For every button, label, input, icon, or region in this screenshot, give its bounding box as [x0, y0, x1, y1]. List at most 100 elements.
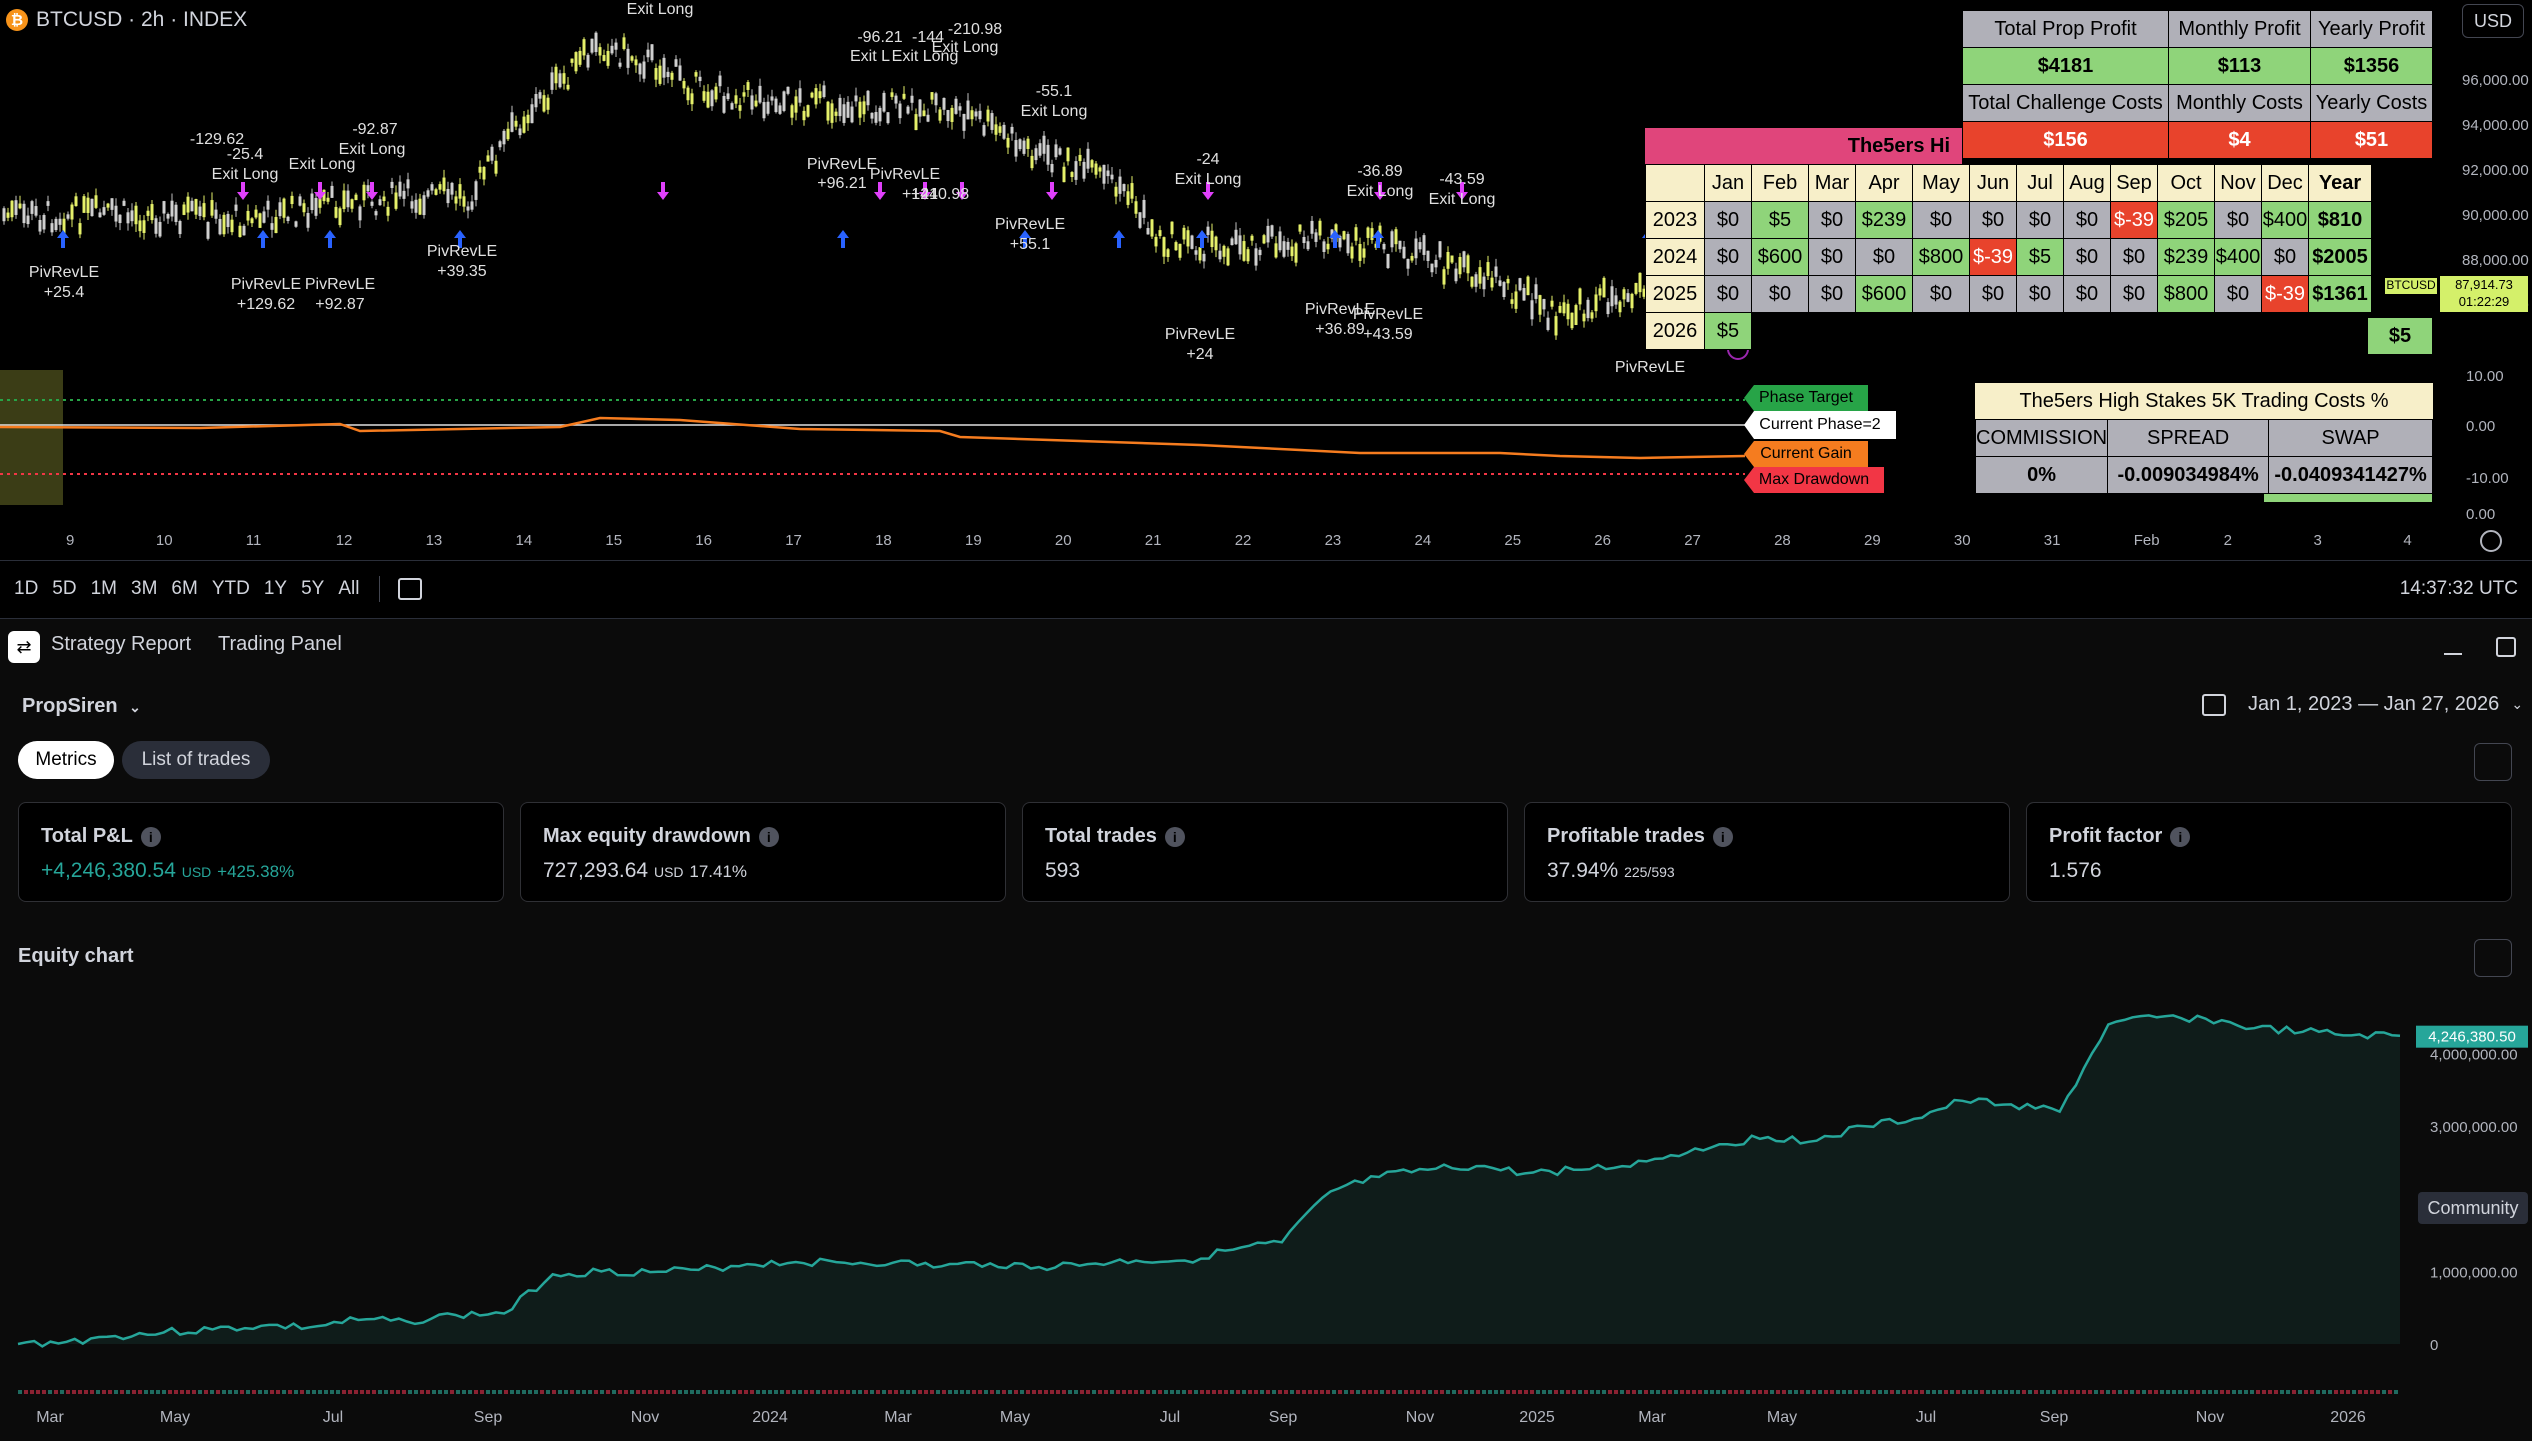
drawdown-bar	[1392, 1390, 1396, 1394]
maximize-icon[interactable]	[2496, 637, 2516, 657]
yearly-costs-value: $51	[2310, 121, 2433, 159]
community-button[interactable]: Community	[2418, 1192, 2528, 1224]
entry-arrow	[257, 230, 269, 248]
tf-5d[interactable]: 5D	[52, 578, 76, 600]
tf-1m[interactable]: 1M	[91, 578, 117, 600]
month-cell: $0	[2016, 201, 2064, 239]
candle-body	[1566, 303, 1570, 320]
date-tick: 10	[155, 532, 173, 549]
candle-body	[710, 90, 714, 107]
card-total-pnl: Total P&L i +4,246,380.54 USD +425.38%	[18, 802, 504, 902]
candle-body	[334, 206, 338, 218]
candle-body	[1138, 212, 1142, 228]
drawdown-bar	[1824, 1390, 1828, 1394]
tf-1y[interactable]: 1Y	[264, 578, 287, 600]
candle-body	[338, 208, 342, 226]
tf-1d[interactable]: 1D	[14, 578, 38, 600]
drawdown-bar	[2376, 1390, 2380, 1394]
drawdown-bar	[870, 1390, 874, 1394]
symbol-label[interactable]: BTCUSD · 2h · INDEX	[36, 8, 247, 32]
date-axis[interactable]: 9 10 11 12 13 14 15 16 17 18 19 20 21 22 23 24 25 26 27 28 2…	[0, 530, 2440, 556]
month-header: Sep	[2110, 164, 2158, 202]
drawdown-bar	[1338, 1390, 1342, 1394]
candle-body	[646, 49, 650, 58]
equity-x-tick: 2025	[1519, 1409, 1555, 1426]
drawdown-bar	[714, 1390, 718, 1394]
tab-strategy-report[interactable]: Strategy Report	[51, 633, 191, 656]
date-range-selector[interactable]: Jan 1, 2023 — Jan 27, 2026 ⌄	[2202, 693, 2523, 716]
candle-body	[410, 201, 414, 209]
timeframe-bar: 1D 5D 1M 3M 6M YTD 1Y 5Y All 14:37:32 UT…	[0, 560, 2532, 617]
candle-body	[1070, 172, 1074, 177]
drawdown-bar	[384, 1390, 388, 1394]
month-header: Dec	[2261, 164, 2309, 202]
card-value: 727,293.64	[543, 859, 649, 882]
trade-label: +96.21	[817, 175, 866, 192]
drawdown-bar	[198, 1390, 202, 1394]
equity-chart[interactable]: 4,000,000.003,000,000.002,000,000.001,00…	[0, 990, 2532, 1440]
candle-body	[70, 204, 74, 220]
goto-date-icon[interactable]	[398, 578, 423, 600]
candle-body	[918, 99, 922, 117]
drawdown-bar	[1278, 1390, 1282, 1394]
drawdown-bar	[2280, 1390, 2284, 1394]
candle-body	[1542, 299, 1546, 310]
month-cell: $205	[2157, 201, 2215, 239]
drawdown-bar	[1140, 1390, 1144, 1394]
subtab-list-of-trades[interactable]: List of trades	[122, 741, 270, 779]
info-icon[interactable]: i	[1712, 827, 1733, 847]
yearly-profit-value: $1356	[2310, 47, 2433, 85]
drawdown-bar	[960, 1390, 964, 1394]
tf-all[interactable]: All	[338, 578, 359, 600]
candle-body	[758, 85, 762, 103]
settings-gear-icon[interactable]	[2480, 530, 2502, 552]
clock[interactable]: 14:37:32 UTC	[2400, 578, 2518, 600]
candle-body	[782, 91, 786, 111]
drawdown-bar	[426, 1390, 430, 1394]
tf-6m[interactable]: 6M	[171, 578, 197, 600]
strategy-selector[interactable]: PropSiren ⌄	[22, 695, 141, 718]
candle-body	[1414, 238, 1418, 259]
candle-body	[310, 193, 314, 211]
drawdown-bar	[2124, 1390, 2128, 1394]
tf-3m[interactable]: 3M	[131, 578, 157, 600]
candle-body	[922, 110, 926, 117]
candle-body	[302, 203, 306, 213]
candle-body	[1162, 237, 1166, 257]
tf-ytd[interactable]: YTD	[212, 578, 250, 600]
trading-costs-table: COMMISSION SPREAD SWAP 0% -0.009034984% …	[1974, 419, 2433, 494]
candle-body	[546, 97, 550, 110]
drawdown-bar	[1386, 1390, 1390, 1394]
drawdown-bar	[144, 1390, 148, 1394]
session-highlight	[0, 370, 63, 505]
candle-body	[1406, 258, 1410, 269]
drawdown-bar	[720, 1390, 724, 1394]
drawdown-bar	[942, 1390, 946, 1394]
info-icon[interactable]: i	[1164, 827, 1185, 847]
drawdown-bar	[1464, 1390, 1468, 1394]
subtab-metrics[interactable]: Metrics	[18, 741, 114, 779]
card-value: 593	[1045, 859, 1081, 882]
strategy-report-icon[interactable]: ⇄	[8, 631, 40, 663]
month-cell: $0	[2063, 201, 2111, 239]
drawdown-bar	[1914, 1390, 1918, 1394]
date-tick: 16	[695, 532, 712, 549]
tf-5y[interactable]: 5Y	[301, 578, 324, 600]
report-menu-icon[interactable]	[2474, 743, 2512, 781]
info-icon[interactable]: i	[758, 827, 779, 847]
expand-chart-icon[interactable]	[2474, 939, 2512, 977]
candle-body	[314, 197, 318, 216]
drawdown-bar	[1920, 1390, 1924, 1394]
drawdown-bar	[1890, 1390, 1894, 1394]
commission-header: COMMISSION	[1974, 419, 2109, 457]
candle-body	[1626, 293, 1630, 302]
candle-body	[822, 85, 826, 98]
candle-body	[202, 203, 206, 218]
drawdown-bar	[672, 1390, 676, 1394]
minimize-icon[interactable]	[2444, 653, 2462, 655]
tab-trading-panel[interactable]: Trading Panel	[218, 633, 342, 656]
info-icon[interactable]: i	[2170, 827, 2191, 847]
info-icon[interactable]: i	[140, 827, 161, 847]
drawdown-bar	[876, 1390, 880, 1394]
card-extra: +425.38%	[217, 862, 295, 881]
